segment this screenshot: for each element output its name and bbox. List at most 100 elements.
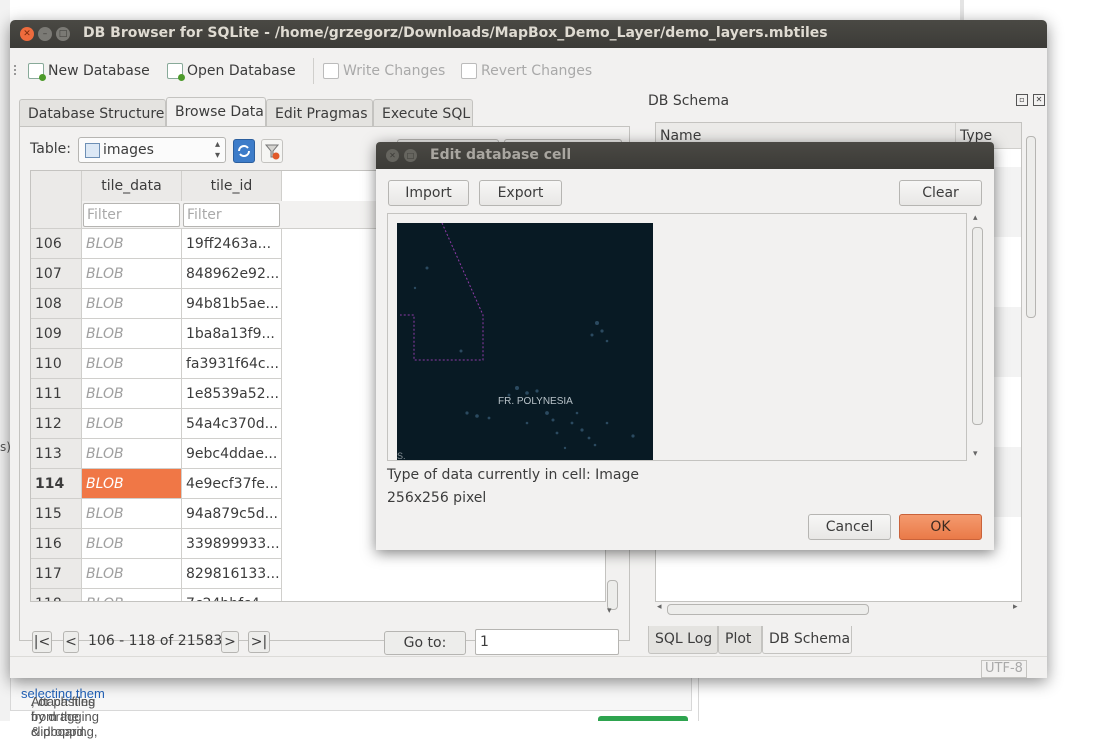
cell-tile-data[interactable]: BLOB [82,379,182,409]
new-database-label: New Database [48,63,150,79]
row-header[interactable]: 107 [31,259,82,289]
cell-tile-id[interactable]: 7c24bbfc4... [182,589,282,601]
nav-last-button[interactable]: >| [248,631,270,653]
background-window-edge [0,0,10,721]
dialog-maximize-icon[interactable]: □ [404,149,417,162]
cell-tile-id[interactable]: 829816133... [182,559,282,589]
dialog-title: Edit database cell [430,147,572,163]
dialog-close-icon[interactable]: ✕ [386,149,399,162]
tab-browse-data[interactable]: Browse Data [166,97,266,127]
refresh-button[interactable] [233,139,255,163]
table-select-value: images [103,142,154,158]
row-header[interactable]: 114 [31,469,82,499]
scroll-left-icon[interactable]: ◂ [657,602,662,612]
goto-input[interactable]: 1 [475,629,619,655]
maximize-icon[interactable]: □ [56,27,70,41]
import-button[interactable]: Import [388,180,469,206]
image-scroll-thumb[interactable] [972,227,983,425]
cell-tile-id[interactable]: fa3931f64c... [182,349,282,379]
row-header[interactable]: 113 [31,439,82,469]
cell-tile-data[interactable]: BLOB [82,349,182,379]
scroll-down-icon[interactable]: ▾ [607,606,612,616]
cell-tile-id[interactable]: 1ba8a13f9... [182,319,282,349]
cell-tile-id[interactable]: 19ff2463a... [182,229,282,259]
clear-filters-button[interactable] [261,139,283,163]
ok-button[interactable]: OK [899,514,982,540]
cell-tile-data[interactable]: BLOB [82,499,182,529]
schema-horizontal-scrollbar[interactable]: ◂ ▸ [655,602,1022,616]
cell-tile-data[interactable]: BLOB [82,229,182,259]
tab-database-structure[interactable]: Database Structure [19,99,166,127]
row-header[interactable]: 117 [31,559,82,589]
cell-tile-data[interactable]: BLOB [82,439,182,469]
data-type-info: Type of data currently in cell: Image [387,467,639,483]
cell-tile-data[interactable]: BLOB [82,469,182,499]
cell-tile-data[interactable]: BLOB [82,589,182,601]
row-header[interactable]: 118 [31,589,82,601]
cell-tile-id[interactable]: 339899933... [182,529,282,559]
goto-button[interactable]: Go to: [384,631,466,655]
scroll-up-icon[interactable]: ▴ [973,213,978,223]
schema-hscroll-thumb[interactable] [667,604,869,615]
image-vertical-scrollbar[interactable]: ▴ ▾ [970,213,984,461]
cell-tile-id[interactable]: 54a4c370d... [182,409,282,439]
dock-close-icon[interactable]: ✕ [1033,94,1045,106]
background-green-button[interactable] [598,716,688,721]
row-header[interactable]: 112 [31,409,82,439]
scroll-right-icon[interactable]: ▸ [1013,602,1018,612]
open-database-button[interactable]: Open Database [167,60,296,82]
revert-changes-label: Revert Changes [481,63,593,79]
clear-button[interactable]: Clear [899,180,982,206]
tab-sql-log[interactable]: SQL Log [648,626,718,654]
tab-plot[interactable]: Plot [718,626,762,654]
cell-tile-id[interactable]: 94b81b5ae... [182,289,282,319]
cell-tile-data[interactable]: BLOB [82,319,182,349]
nav-first-button[interactable]: |< [32,631,52,653]
cell-tile-data[interactable]: BLOB [82,289,182,319]
row-header[interactable]: 109 [31,319,82,349]
filter-input-tile-data[interactable]: Filter [83,203,180,227]
schema-vertical-scrollbar[interactable] [1023,122,1037,602]
attach-files-hint: Attach files by dragging & dropping, sel… [10,678,692,739]
cell-tile-id[interactable]: 94a879c5d... [182,499,282,529]
table-corner[interactable] [31,171,82,229]
schema-scroll-thumb[interactable] [1026,136,1036,318]
cell-tile-id[interactable]: 848962e92... [182,259,282,289]
row-header[interactable]: 116 [31,529,82,559]
row-header[interactable]: 110 [31,349,82,379]
revert-changes-button[interactable]: Revert Changes [461,60,592,82]
cell-tile-id[interactable]: 9ebc4ddae... [182,439,282,469]
cancel-button[interactable]: Cancel [808,514,891,540]
row-header[interactable]: 106 [31,229,82,259]
column-header-tile-id[interactable]: tile_id [182,171,282,201]
nav-prev-button[interactable]: < [63,631,79,653]
filter-input-tile-id[interactable]: Filter [183,203,280,227]
row-header[interactable]: 108 [31,289,82,319]
write-changes-button[interactable]: Write Changes [323,60,445,82]
row-header[interactable]: 115 [31,499,82,529]
tab-edit-pragmas[interactable]: Edit Pragmas [266,99,373,127]
row-header[interactable]: 111 [31,379,82,409]
cell-tile-data[interactable]: BLOB [82,529,182,559]
table-select[interactable]: images ▴ ▾ [78,137,226,163]
status-bar: UTF-8 [10,656,1047,678]
dock-title: DB Schema [648,93,730,109]
minimize-icon[interactable]: – [38,27,52,41]
column-header-tile-data[interactable]: tile_data [82,171,182,201]
tab-execute-sql[interactable]: Execute SQL [373,99,473,127]
toolbar-separator [313,58,314,84]
toolbar-grip[interactable] [14,65,19,75]
cell-tile-data[interactable]: BLOB [82,559,182,589]
cell-tile-data[interactable]: BLOB [82,409,182,439]
cell-tile-id[interactable]: 1e8539a52... [182,379,282,409]
new-database-button[interactable]: New Database [28,60,150,82]
chevron-updown-icon: ▴ ▾ [214,139,220,161]
scroll-down-icon[interactable]: ▾ [973,449,978,459]
nav-next-button[interactable]: > [221,631,239,653]
close-icon[interactable]: ✕ [20,27,34,41]
tab-db-schema[interactable]: DB Schema [762,626,852,654]
cell-tile-id[interactable]: 4e9ecf37fe... [182,469,282,499]
dock-float-icon[interactable]: ▫ [1016,94,1028,106]
export-button[interactable]: Export [479,180,562,206]
cell-tile-data[interactable]: BLOB [82,259,182,289]
